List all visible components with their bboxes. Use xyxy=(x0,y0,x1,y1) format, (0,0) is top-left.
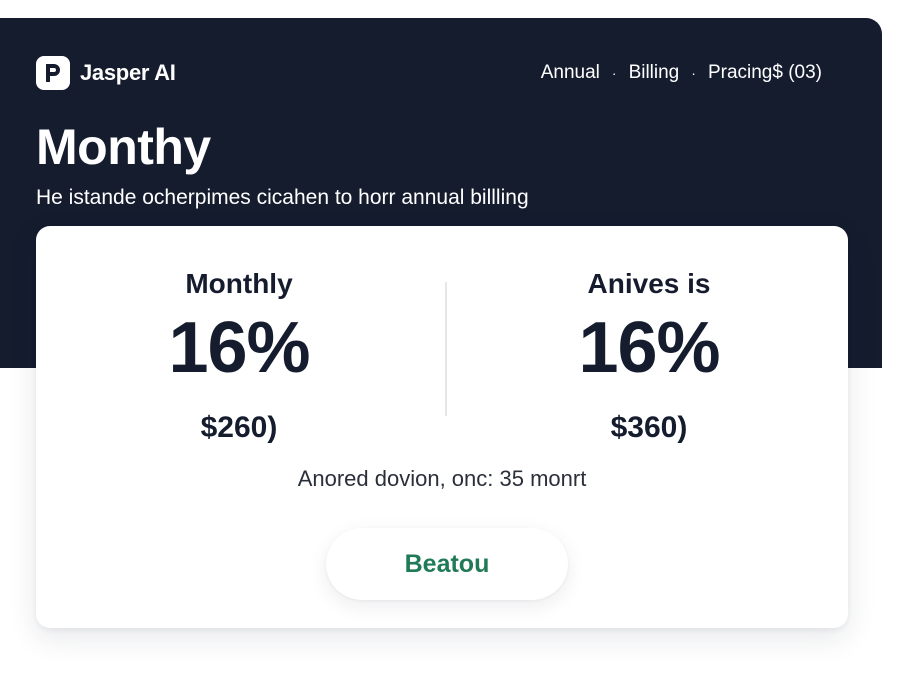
plan-percent: 16% xyxy=(578,308,720,388)
cta-button[interactable]: Beatou xyxy=(326,528,568,600)
jasper-p-logo-icon xyxy=(36,56,70,90)
plan-percent: 16% xyxy=(168,308,310,388)
pricing-card: Monthly 16% $260) Anives is 16% $360) An… xyxy=(36,226,848,628)
brand[interactable]: Jasper AI xyxy=(36,56,176,90)
top-nav: Annual · Billing · Pracing$ (03) xyxy=(541,62,822,84)
plan-annual: Anives is 16% $360) xyxy=(499,266,799,446)
plan-divider xyxy=(445,282,447,416)
nav-link-billing[interactable]: Billing xyxy=(629,62,680,84)
nav-link-pricing[interactable]: Pracing$ (03) xyxy=(708,62,822,84)
nav-separator: · xyxy=(611,65,617,81)
plan-price: $360) xyxy=(610,411,688,444)
page-subtitle: He istande ocherpimes cicahen to horr an… xyxy=(36,186,529,209)
brand-name: Jasper AI xyxy=(80,60,176,85)
nav-link-annual[interactable]: Annual xyxy=(541,62,600,84)
page-title: Monthy xyxy=(36,119,211,175)
logo-glyph-icon xyxy=(46,64,60,82)
page: Jasper AI Annual · Billing · Pracing$ (0… xyxy=(0,0,900,675)
plan-label: Anives is xyxy=(587,268,711,299)
top-bar: Jasper AI Annual · Billing · Pracing$ (0… xyxy=(36,56,822,90)
plan-label: Monthly xyxy=(185,268,293,299)
billing-note: Anored dovion, onc: 35 monrt xyxy=(297,466,587,491)
plan-price: $260) xyxy=(200,411,278,444)
nav-separator: · xyxy=(691,65,696,81)
plan-monthly: Monthly 16% $260) xyxy=(89,266,389,446)
